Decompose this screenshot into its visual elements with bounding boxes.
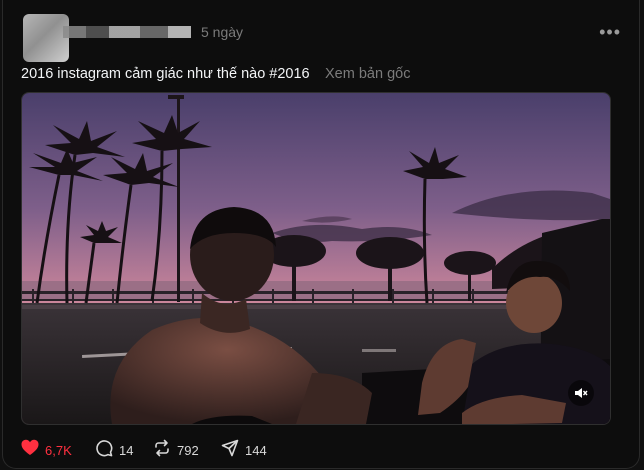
share-count: 144 — [245, 442, 267, 458]
comment-button[interactable]: 14 — [95, 439, 133, 461]
post-header: 5 ngày ••• — [23, 14, 623, 62]
speaker-muted-icon — [574, 386, 588, 400]
like-button[interactable]: 6,7K — [21, 439, 72, 461]
repost-button[interactable]: 792 — [153, 439, 199, 461]
video-frame — [22, 93, 610, 424]
avatar[interactable] — [23, 14, 69, 62]
mute-button[interactable] — [568, 380, 594, 406]
post-time: 5 ngày — [201, 24, 244, 40]
comment-count: 14 — [119, 442, 134, 458]
post-card: 5 ngày ••• 2016 instagram cảm giác như t… — [2, 0, 640, 469]
video-player[interactable] — [21, 92, 611, 425]
heart-filled-icon — [21, 439, 39, 461]
like-count: 6,7K — [45, 442, 72, 458]
comment-bubble-icon — [95, 439, 113, 462]
share-button[interactable]: 144 — [221, 439, 267, 461]
post-actions: 6,7K 14 792 144 — [21, 439, 421, 461]
username-blurred[interactable] — [63, 26, 191, 38]
repost-count: 792 — [177, 442, 199, 458]
more-options-icon[interactable]: ••• — [599, 22, 621, 43]
post-caption: 2016 instagram cảm giác như thế nào #201… — [21, 66, 310, 82]
repost-icon — [153, 439, 171, 462]
see-original-link[interactable]: Xem bản gốc — [325, 66, 410, 82]
share-paper-plane-icon — [221, 439, 239, 462]
